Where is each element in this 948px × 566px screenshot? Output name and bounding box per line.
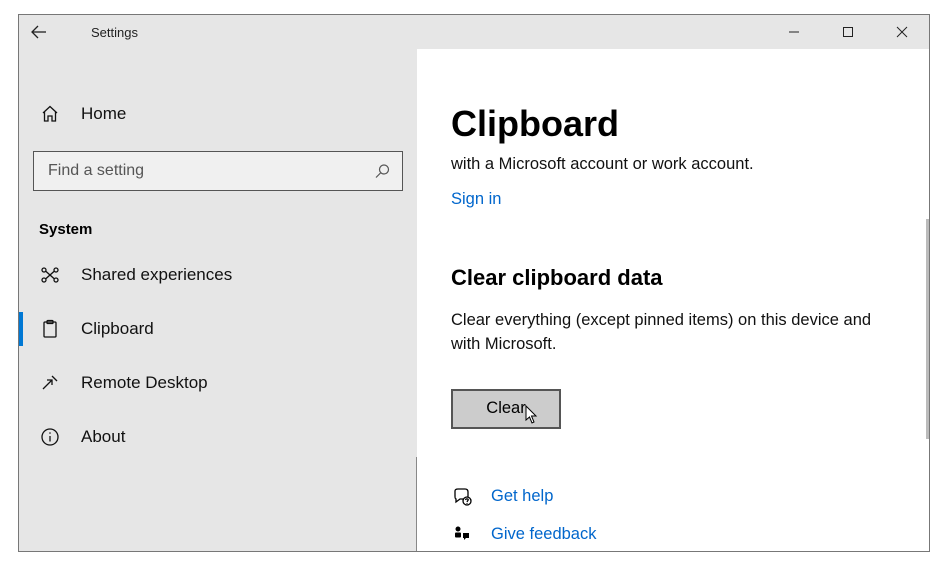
- content-scrollbar[interactable]: [926, 219, 929, 439]
- close-icon: [896, 26, 908, 38]
- window-controls: [767, 15, 929, 49]
- clipboard-icon: [39, 319, 61, 339]
- sign-in-link[interactable]: Sign in: [451, 190, 501, 209]
- sidebar-item-label: Remote Desktop: [81, 373, 208, 393]
- get-help-link[interactable]: Get help: [491, 487, 553, 506]
- app-title: Settings: [91, 25, 138, 40]
- give-feedback-link[interactable]: Give feedback: [491, 525, 596, 544]
- minimize-button[interactable]: [767, 15, 821, 49]
- settings-window: Settings Home: [18, 14, 930, 552]
- title-bar: Settings: [19, 15, 929, 49]
- give-feedback-row[interactable]: Give feedback: [451, 525, 929, 545]
- shared-experiences-icon: [39, 265, 61, 285]
- sidebar-item-label: Clipboard: [81, 319, 154, 339]
- maximize-icon: [842, 26, 854, 38]
- feedback-icon: [451, 525, 473, 545]
- section-heading-clear-clipboard: Clear clipboard data: [451, 265, 929, 291]
- sidebar-item-about[interactable]: About: [19, 410, 417, 464]
- get-help-row[interactable]: Get help: [451, 487, 929, 507]
- search-icon: [374, 163, 390, 179]
- cursor-icon: [525, 405, 539, 425]
- search-field[interactable]: [46, 161, 374, 181]
- window-body: Home System Sh: [19, 49, 929, 551]
- sidebar-category: System: [39, 221, 417, 238]
- sidebar-item-home[interactable]: Home: [19, 91, 417, 137]
- sidebar-item-shared-experiences[interactable]: Shared experiences: [19, 248, 417, 302]
- close-button[interactable]: [875, 15, 929, 49]
- back-button[interactable]: [19, 15, 59, 49]
- clear-button-label: Clear: [486, 399, 525, 418]
- clear-button[interactable]: Clear: [451, 389, 561, 429]
- about-icon: [39, 427, 61, 447]
- section-body-clear-clipboard: Clear everything (except pinned items) o…: [451, 309, 881, 357]
- home-icon: [39, 104, 61, 124]
- content-area: Clipboard with a Microsoft account or wo…: [417, 49, 929, 551]
- sidebar: Home System Sh: [19, 49, 417, 551]
- maximize-button[interactable]: [821, 15, 875, 49]
- back-arrow-icon: [30, 23, 48, 41]
- remote-desktop-icon: [39, 373, 61, 393]
- sidebar-item-remote-desktop[interactable]: Remote Desktop: [19, 356, 417, 410]
- sidebar-item-label: Shared experiences: [81, 265, 232, 285]
- sidebar-item-clipboard[interactable]: Clipboard: [19, 302, 417, 356]
- sidebar-item-label: About: [81, 427, 125, 447]
- account-subtext: with a Microsoft account or work account…: [451, 155, 929, 174]
- home-label: Home: [81, 104, 126, 124]
- page-title: Clipboard: [451, 103, 929, 145]
- search-input[interactable]: [33, 151, 403, 191]
- help-icon: [451, 487, 473, 507]
- minimize-icon: [788, 26, 800, 38]
